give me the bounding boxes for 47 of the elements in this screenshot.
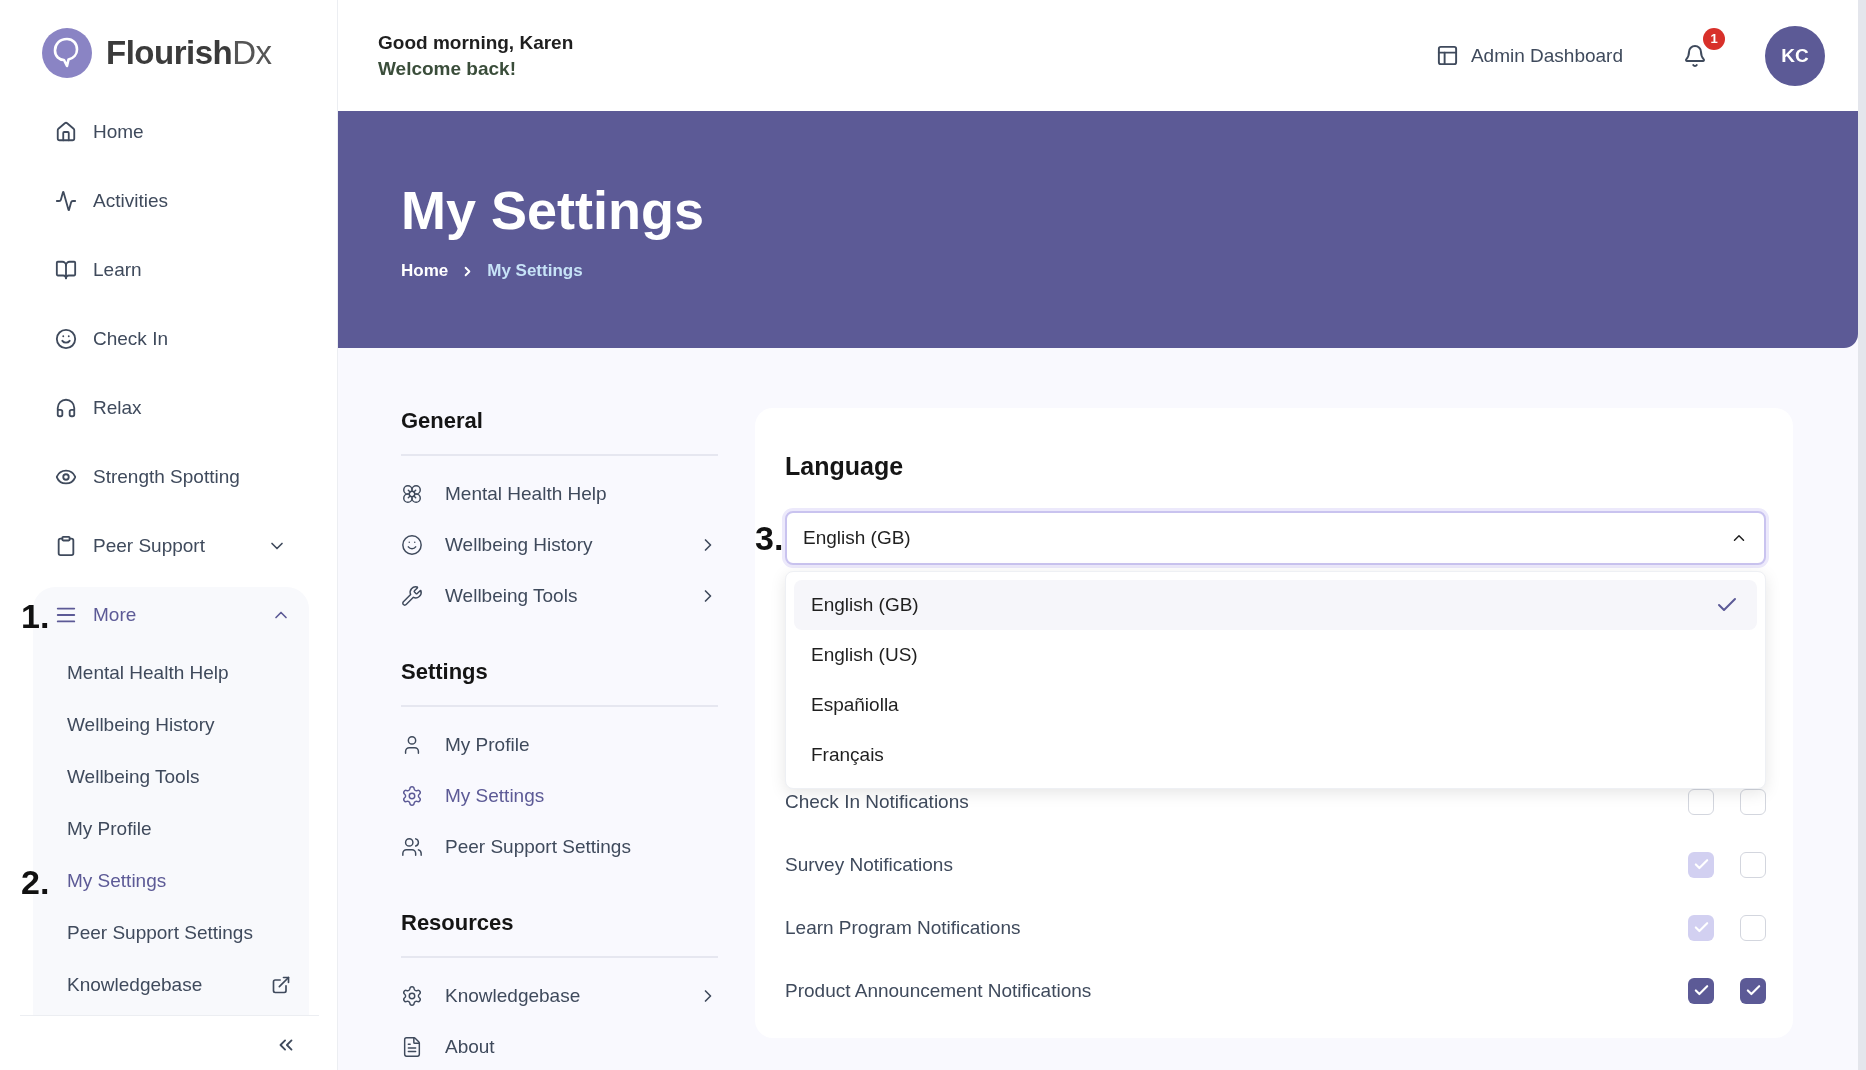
section-heading: General (401, 408, 718, 456)
section-heading: Settings (401, 659, 718, 707)
sidebar-item[interactable]: Check In (0, 304, 337, 373)
dropdown-option[interactable]: Français (794, 730, 1757, 780)
settings-nav-item[interactable]: My Profile (401, 719, 718, 770)
notification-label: Product Announcement Notifications (785, 979, 1093, 1002)
sidebar-subitem[interactable]: Knowledgebase (57, 959, 309, 1011)
sidebar-item[interactable]: Strength Spotting (0, 442, 337, 511)
settings-nav-item[interactable]: Peer Support Settings (401, 821, 718, 872)
sidebar-subitem[interactable]: Wellbeing History (57, 699, 309, 751)
greeting-text: Good morning, Karen (378, 31, 575, 54)
card-heading: Language (785, 452, 905, 481)
notification-label: Learn Program Notifications (785, 916, 1022, 939)
breadcrumb-link[interactable]: Home (401, 261, 449, 281)
sidebar-item[interactable]: Home (0, 97, 337, 166)
page-title: My Settings (401, 179, 706, 241)
step-marker: 2. (21, 865, 50, 899)
settings-nav-item[interactable]: Mental Health Help (401, 468, 718, 519)
sidebar-subitem[interactable]: Peer Support Settings (57, 907, 309, 959)
sidebar-item[interactable]: Activities (0, 166, 337, 235)
dropdown-option[interactable]: Españiolla (794, 680, 1757, 730)
sidebar-item[interactable]: Relax (0, 373, 337, 442)
notification-badge: 1 (1703, 27, 1725, 50)
dropdown-option[interactable]: English (GB) (794, 580, 1757, 630)
step-marker: 1. (21, 599, 50, 633)
notification-label: Survey Notifications (785, 853, 954, 876)
settings-nav-item[interactable]: My Settings (401, 770, 718, 821)
breadcrumb-link[interactable]: My Settings (487, 261, 583, 281)
settings-nav-item[interactable]: Wellbeing History (401, 519, 718, 570)
sidebar-subitem[interactable]: My Settings (57, 855, 309, 907)
section-heading: Resources (401, 910, 718, 958)
notification-label: Check In Notifications (785, 790, 970, 813)
settings-nav-item[interactable]: Knowledgebase (401, 970, 718, 1021)
settings-nav-item[interactable]: Wellbeing Tools (401, 570, 718, 621)
sidebar-subitem[interactable]: Mental Health Help (57, 647, 309, 699)
welcome-text: Welcome back! (378, 57, 517, 80)
dropdown-option[interactable]: English (US) (794, 630, 1757, 680)
step-marker: 3. (755, 521, 784, 555)
language-select[interactable]: English (GB) (785, 511, 1766, 565)
sidebar-item[interactable]: Peer Support (0, 511, 337, 580)
settings-nav-item[interactable]: About (401, 1021, 718, 1070)
user-avatar[interactable]: KC (1765, 25, 1825, 86)
admin-dashboard-link[interactable]: Admin Dashboard (1435, 44, 1623, 67)
sidebar-subitem[interactable]: Wellbeing Tools (57, 751, 309, 803)
logo-text: FlourishDx (106, 34, 272, 72)
sidebar-subitem[interactable]: My Profile (57, 803, 309, 855)
sidebar-item[interactable]: Learn (0, 235, 337, 304)
